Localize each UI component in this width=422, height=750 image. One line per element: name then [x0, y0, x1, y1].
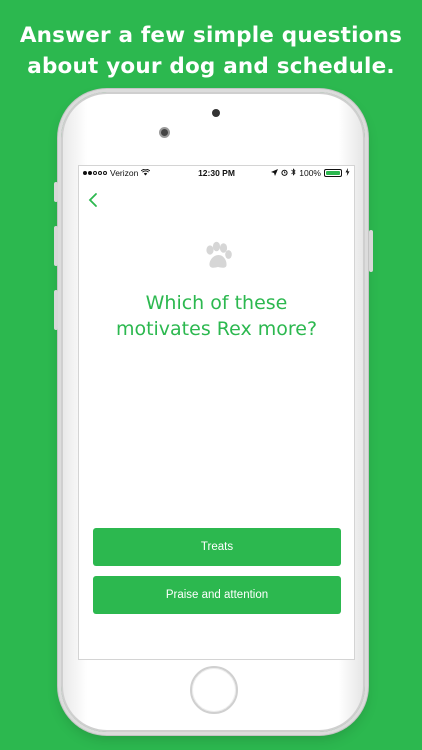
paw-icon: [201, 240, 235, 274]
front-sensor: [212, 109, 220, 117]
back-button[interactable]: [87, 192, 103, 208]
volume-up-button: [54, 226, 58, 266]
promo-headline: Answer a few simple questions about your…: [0, 20, 422, 82]
location-arrow-icon: [271, 168, 279, 178]
question-line-2: motivates Rex more?: [115, 318, 318, 340]
charging-bolt-icon: [345, 168, 350, 178]
power-button: [369, 230, 373, 272]
headline-line-1: Answer a few simple questions: [19, 23, 403, 48]
answer-button-treats[interactable]: Treats: [93, 528, 341, 566]
mute-switch: [54, 182, 58, 202]
alarm-icon: [281, 168, 288, 178]
volume-down-button: [54, 290, 58, 330]
battery-icon: [324, 169, 342, 177]
signal-strength-icon: [83, 171, 107, 175]
app-screen: Verizon 12:30 PM 100% Which of these mot…: [78, 165, 355, 660]
status-bar: Verizon 12:30 PM 100%: [79, 166, 354, 180]
battery-percent: 100%: [299, 168, 321, 178]
answer-button-praise[interactable]: Praise and attention: [93, 576, 341, 614]
phone-frame: Verizon 12:30 PM 100% Which of these mot…: [54, 92, 373, 732]
chevron-left-icon: [88, 193, 97, 207]
question-heading: Which of these motivates Rex more?: [79, 290, 354, 342]
bluetooth-icon: [291, 168, 296, 178]
front-camera: [159, 127, 170, 138]
carrier-label: Verizon: [110, 168, 139, 178]
wifi-icon: [141, 168, 151, 178]
headline-line-2: about your dog and schedule.: [27, 54, 395, 79]
question-line-1: Which of these: [145, 292, 288, 314]
home-button[interactable]: [190, 666, 238, 714]
